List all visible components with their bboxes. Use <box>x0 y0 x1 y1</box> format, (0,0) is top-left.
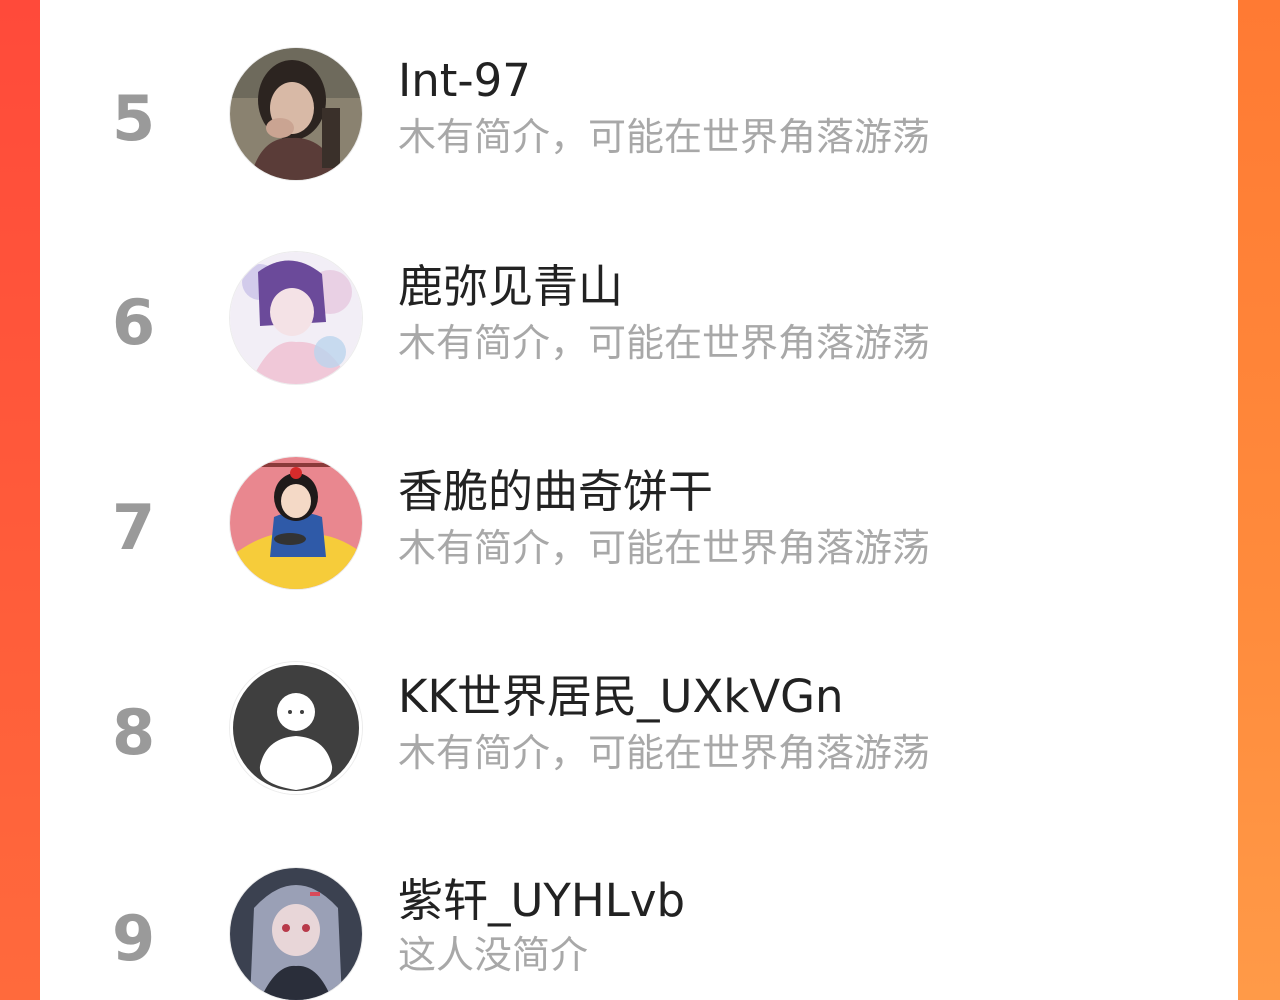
user-name[interactable]: 紫轩_UYHLvb <box>398 878 685 923</box>
user-bio: 木有简介，可能在世界角落游荡 <box>398 115 931 159</box>
anime-girl-avatar-icon <box>230 868 362 1000</box>
user-name[interactable]: KK世界居民_UXkVGn <box>398 674 844 719</box>
user-avatar[interactable] <box>230 662 362 794</box>
user-bio: 木有简介，可能在世界角落游荡 <box>398 321 931 365</box>
leaderboard-row[interactable]: 5 Int-97 木有简介，可能在世界角落游荡 <box>40 44 1238 184</box>
rank-number: 5 <box>112 82 156 155</box>
user-avatar[interactable] <box>230 868 362 1000</box>
rank-number: 9 <box>112 902 156 975</box>
rank-number: 8 <box>112 696 156 769</box>
rank-number: 7 <box>112 491 156 564</box>
user-bio: 木有简介，可能在世界角落游荡 <box>398 731 931 775</box>
leaderboard-row[interactable]: 8 KK世界居民_UXkVGn 木有简介，可能在世界角落游荡 <box>40 660 1238 800</box>
user-avatar[interactable] <box>230 252 362 384</box>
user-bio: 木有简介，可能在世界角落游荡 <box>398 526 931 570</box>
leaderboard-row[interactable]: 6 鹿弥见青山 木有简介，可能在世界角落游荡 <box>40 250 1238 390</box>
rank-number: 6 <box>112 286 156 359</box>
anime-avatar-icon <box>230 252 362 384</box>
right-gradient-border <box>1238 0 1280 1000</box>
user-name[interactable]: 鹿弥见青山 <box>398 264 623 309</box>
user-name[interactable]: 香脆的曲奇饼干 <box>398 469 713 514</box>
snow-white-avatar-icon <box>230 457 362 589</box>
left-gradient-border <box>0 0 40 1000</box>
user-avatar[interactable] <box>230 457 362 589</box>
leaderboard-row[interactable]: 9 紫轩_UYHLvb 这人没简介 <box>40 864 1238 1000</box>
leaderboard-row[interactable]: 7 香脆的曲奇饼干 木有简介，可能在世界角落游荡 <box>40 455 1238 595</box>
photo-avatar-icon <box>230 48 362 180</box>
default-avatar-icon <box>230 662 362 794</box>
user-avatar[interactable] <box>230 48 362 180</box>
leaderboard-panel: 5 Int-97 木有简介，可能在世界角落游荡 6 鹿弥见青山 木有简介，可能在… <box>40 0 1238 1000</box>
user-bio: 这人没简介 <box>398 933 589 977</box>
user-name[interactable]: Int-97 <box>398 58 531 103</box>
